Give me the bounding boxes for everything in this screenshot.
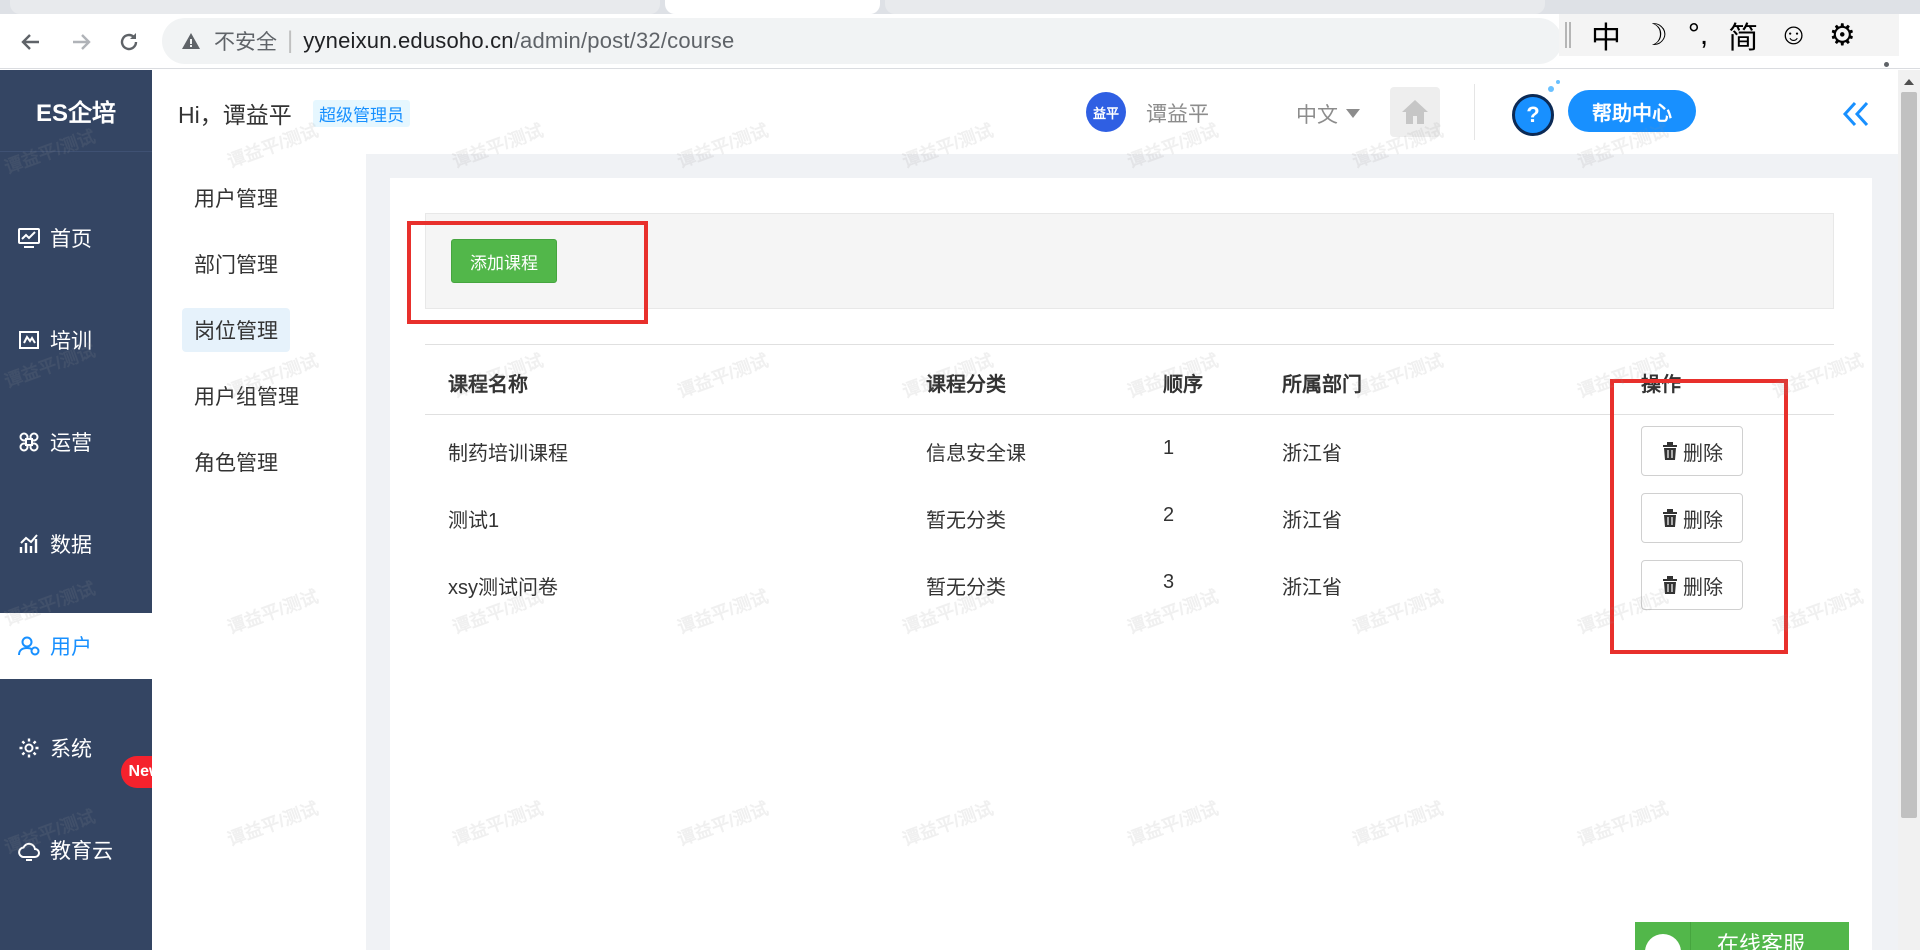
- cell-department: 浙江省: [1282, 443, 1342, 465]
- subnav-item-user-group-management[interactable]: 用户组管理: [182, 374, 311, 418]
- sidebar-item-label: 运营: [50, 432, 92, 455]
- cell-order: 2: [1163, 504, 1175, 526]
- subnav-item-user-management[interactable]: 用户管理: [182, 176, 290, 220]
- training-icon: [16, 327, 42, 353]
- chat-bubble-icon: [1635, 922, 1691, 950]
- highlight-box-add-button: [407, 221, 648, 324]
- secondary-nav: 用户管理 部门管理 岗位管理 用户组管理 角色管理: [152, 154, 366, 950]
- collapse-sidebar-icon[interactable]: [1838, 96, 1874, 132]
- ime-grip-handle[interactable]: [1565, 22, 1571, 48]
- table-top-border: [425, 344, 1834, 345]
- sidebar-item-label: 用户: [50, 636, 92, 659]
- sidebar-item-label: 教育云: [50, 840, 113, 863]
- omnibox-divider: |: [287, 27, 294, 54]
- cell-category: 暂无分类: [926, 510, 1006, 532]
- url-path: /admin/post/32/course: [513, 28, 735, 53]
- brand-logo[interactable]: ES企培: [0, 70, 152, 152]
- reload-button[interactable]: [114, 27, 144, 57]
- ime-toolbar: 中 ☽ °, 简 ☺ ⚙: [1559, 14, 1899, 56]
- reload-icon: [120, 33, 138, 51]
- cloud-icon: [16, 837, 42, 863]
- sidebar-item-label: 培训: [50, 330, 92, 353]
- cell-department: 浙江省: [1282, 577, 1342, 599]
- help-bubble-dot: [1556, 80, 1560, 84]
- subnav-item-post-management[interactable]: 岗位管理: [182, 308, 290, 352]
- cell-department: 浙江省: [1282, 510, 1342, 532]
- sidebar-item-data[interactable]: 数据: [0, 511, 152, 577]
- help-bubble-dot: [1548, 86, 1554, 92]
- home-button[interactable]: [1390, 87, 1440, 137]
- user-name[interactable]: 谭益平: [1146, 98, 1209, 128]
- online-service-button[interactable]: 在线客服: [1635, 922, 1849, 950]
- sidebar-item-edu-cloud[interactable]: 教育云: [0, 817, 152, 883]
- sidebar-item-training[interactable]: 培训: [0, 307, 152, 373]
- operations-icon: [16, 429, 42, 455]
- language-select[interactable]: 中文: [1296, 99, 1360, 129]
- greeting-text: Hi，谭益平: [178, 102, 292, 128]
- url-text[interactable]: yyneixun.edusoho.cn/admin/post/32/course: [303, 28, 734, 54]
- browser-tab[interactable]: [10, 0, 660, 14]
- scroll-up-arrow-icon[interactable]: [1898, 74, 1920, 90]
- cell-category: 暂无分类: [926, 577, 1006, 599]
- ime-moon-icon[interactable]: ☽: [1641, 18, 1668, 53]
- ime-punctuation[interactable]: °,: [1688, 18, 1708, 52]
- subnav-item-role-management[interactable]: 角色管理: [182, 440, 290, 484]
- forward-button[interactable]: [66, 27, 96, 57]
- cell-course-name: xsy测试问卷: [448, 577, 558, 599]
- back-arrow-icon: [21, 34, 39, 50]
- role-badge: 超级管理员: [313, 100, 410, 127]
- ime-emoji-icon[interactable]: ☺: [1778, 18, 1809, 52]
- cell-course-name: 测试1: [448, 510, 500, 532]
- column-header-course-name: 课程名称: [448, 374, 528, 396]
- ime-chinese-mode[interactable]: 中: [1591, 13, 1621, 57]
- help-center-button[interactable]: 帮助中心: [1568, 90, 1696, 132]
- dashboard-icon: [16, 225, 42, 251]
- page-scrollbar[interactable]: [1898, 70, 1920, 950]
- language-label: 中文: [1296, 104, 1338, 127]
- browser-tab-strip: [0, 0, 1920, 14]
- column-header-department: 所属部门: [1282, 374, 1362, 396]
- sidebar-item-home[interactable]: 首页: [0, 205, 152, 271]
- sidebar-item-label: 首页: [50, 228, 92, 251]
- user-icon: [16, 633, 42, 659]
- insecure-label[interactable]: 不安全: [214, 26, 277, 56]
- caret-down-icon: [1346, 109, 1360, 118]
- sidebar-item-label: 系统: [50, 738, 92, 761]
- sidebar-item-operations[interactable]: 运营: [0, 409, 152, 475]
- avatar[interactable]: 益平: [1086, 92, 1126, 132]
- cell-category: 信息安全课: [926, 443, 1026, 465]
- header-divider: [1474, 84, 1475, 140]
- column-header-category: 课程分类: [926, 374, 1006, 396]
- ime-simplified[interactable]: 简: [1728, 13, 1758, 57]
- forward-arrow-icon: [73, 34, 91, 50]
- gear-icon: [16, 735, 42, 761]
- ime-settings-icon[interactable]: ⚙: [1829, 18, 1856, 53]
- sidebar-item-label: 数据: [50, 534, 92, 557]
- highlight-box-actions: [1610, 379, 1788, 654]
- back-button[interactable]: [16, 27, 46, 57]
- warning-triangle-icon: [180, 30, 202, 52]
- browser-tab[interactable]: [885, 0, 1545, 14]
- address-bar[interactable]: 不安全 | yyneixun.edusoho.cn/admin/post/32/…: [162, 18, 1562, 64]
- home-icon: [1402, 100, 1428, 124]
- sidebar-item-user[interactable]: 用户: [0, 613, 152, 679]
- url-host: yyneixun.edusoho.cn: [303, 28, 514, 53]
- subnav-item-department-management[interactable]: 部门管理: [182, 242, 290, 286]
- data-chart-icon: [16, 531, 42, 557]
- cell-course-name: 制药培训课程: [448, 443, 568, 465]
- cell-order: 3: [1163, 571, 1175, 593]
- online-service-label: 在线客服: [1717, 932, 1806, 950]
- top-header: Hi，谭益平 超级管理员 益平 谭益平 中文 ? 帮助中心: [152, 70, 1898, 154]
- help-question-icon[interactable]: ?: [1512, 94, 1554, 136]
- column-header-order: 顺序: [1163, 374, 1203, 396]
- browser-tab-active[interactable]: [665, 0, 880, 14]
- scrollbar-thumb[interactable]: [1901, 92, 1917, 818]
- cell-order: 1: [1163, 437, 1175, 459]
